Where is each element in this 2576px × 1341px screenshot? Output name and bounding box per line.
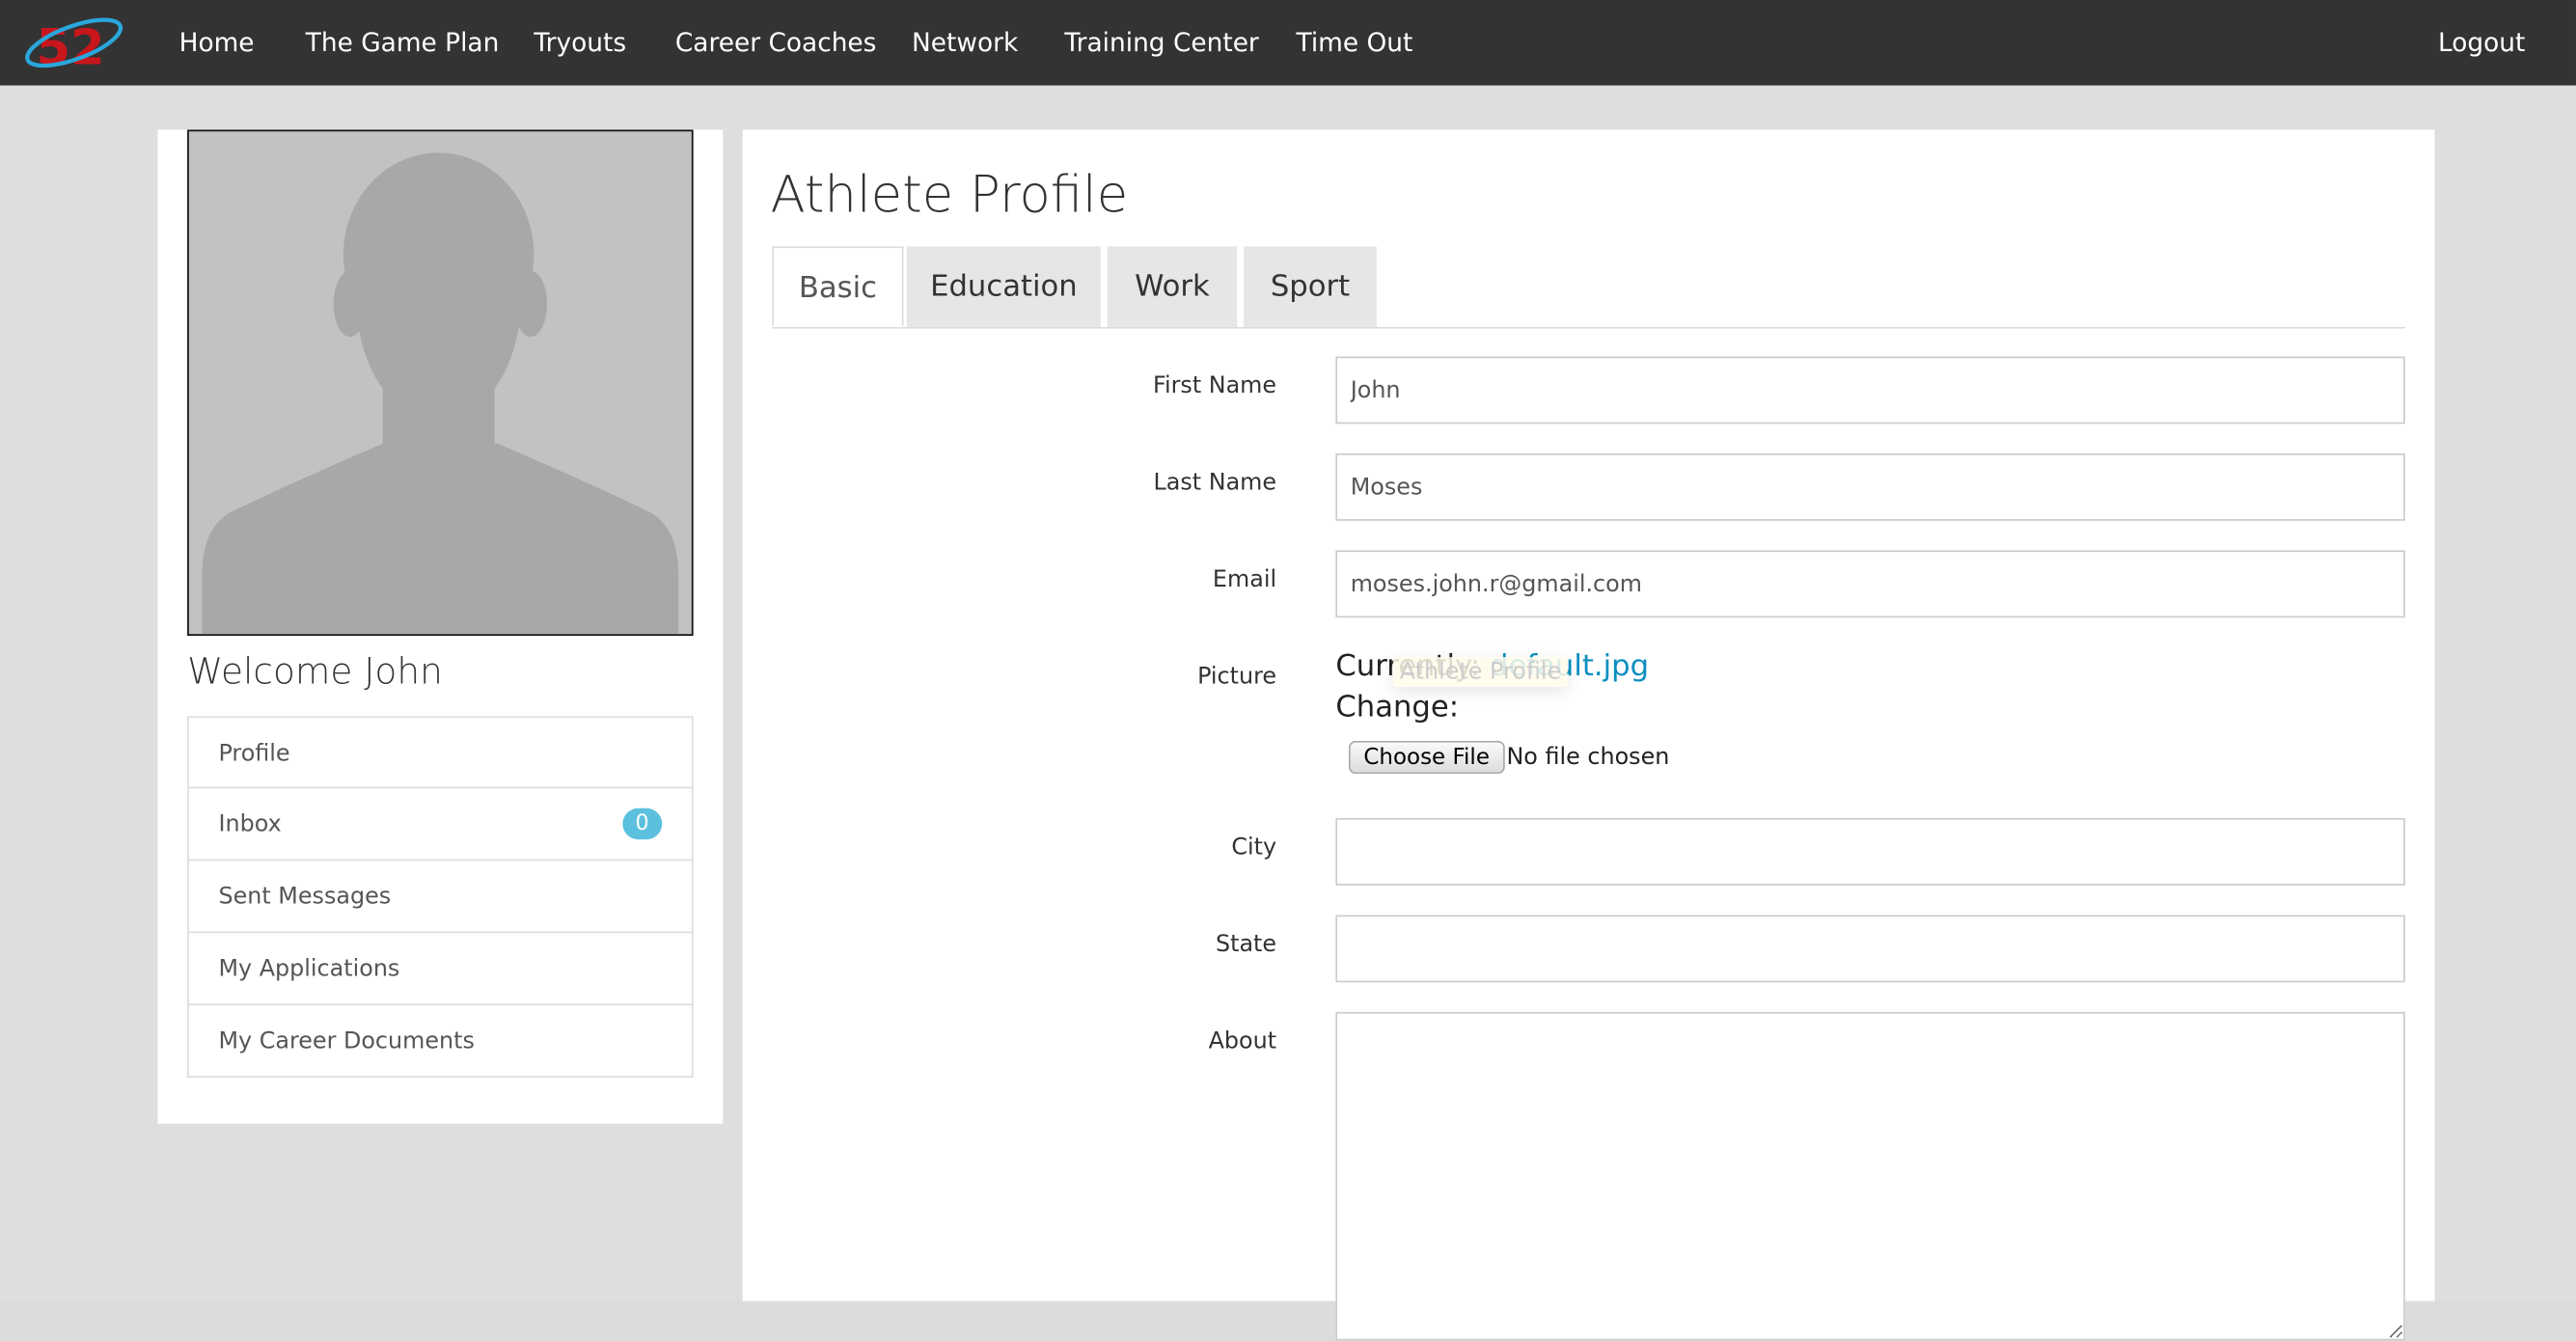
inbox-count-badge: 0 [621, 807, 663, 840]
about-label: About [1208, 1027, 1277, 1055]
first-name-label: First Name [1152, 372, 1277, 399]
email-label: Email [1212, 566, 1277, 593]
welcome-heading: Welcome John [187, 652, 443, 694]
profile-panel: Athlete Profile Basic Education Work Spo… [742, 129, 2435, 1341]
avatar [187, 129, 694, 636]
logo[interactable]: 52 [23, 10, 125, 75]
nav-training-center[interactable]: Training Center [1064, 28, 1258, 58]
change-label: Change: [1335, 690, 1460, 725]
tab-basic[interactable]: Basic [772, 246, 904, 327]
page-title: Athlete Profile [770, 165, 1129, 226]
about-textarea[interactable] [1335, 1011, 2405, 1341]
picture-label: Picture [1197, 663, 1277, 691]
first-name-input[interactable] [1335, 356, 2405, 424]
nav-game-plan[interactable]: The Game Plan [306, 28, 500, 58]
sidebar-item-profile[interactable]: Profile [187, 716, 694, 789]
navbar: 52 Home The Game Plan Tryouts Career Coa… [0, 0, 2576, 86]
sidebar-item-label: Inbox [218, 811, 282, 838]
sidebar-item-my-applications[interactable]: My Applications [187, 933, 694, 1006]
sidebar-item-label: My Career Documents [218, 1027, 475, 1055]
sidebar: Welcome John Profile Inbox 0 Sent Message… [157, 129, 724, 1124]
tab-work[interactable]: Work [1107, 246, 1238, 327]
sidebar-item-label: My Applications [218, 956, 400, 983]
file-status: No file chosen [1506, 744, 1670, 771]
sidebar-menu: Profile Inbox 0 Sent Messages My Applicat… [187, 716, 694, 1079]
sidebar-item-sent-messages[interactable]: Sent Messages [187, 861, 694, 934]
last-name-label: Last Name [1153, 470, 1277, 497]
tab-bar: Basic Education Work Sport [772, 246, 2405, 329]
city-input[interactable] [1335, 817, 2405, 886]
nav-tryouts[interactable]: Tryouts [534, 28, 626, 58]
sidebar-item-label: Sent Messages [218, 884, 392, 911]
nav-time-out[interactable]: Time Out [1297, 28, 1413, 58]
user-silhouette-icon [202, 152, 679, 635]
nav-network[interactable]: Network [912, 28, 1018, 58]
state-label: State [1215, 931, 1277, 958]
state-input[interactable] [1335, 915, 2405, 983]
tooltip: Athlete Profile [1392, 657, 1568, 687]
logout-link[interactable]: Logout [2438, 28, 2525, 58]
tab-sport[interactable]: Sport [1244, 246, 1377, 327]
nav-career-coaches[interactable]: Career Coaches [675, 28, 877, 58]
choose-file-button[interactable]: Choose File [1348, 740, 1505, 775]
city-label: City [1231, 835, 1277, 862]
tab-education[interactable]: Education [906, 246, 1101, 327]
email-input[interactable] [1335, 550, 2405, 618]
last-name-input[interactable] [1335, 452, 2405, 521]
nav-home[interactable]: Home [179, 28, 255, 58]
sidebar-item-career-documents[interactable]: My Career Documents [187, 1005, 694, 1079]
sidebar-item-inbox[interactable]: Inbox 0 [187, 788, 694, 862]
sidebar-item-label: Profile [218, 740, 290, 768]
